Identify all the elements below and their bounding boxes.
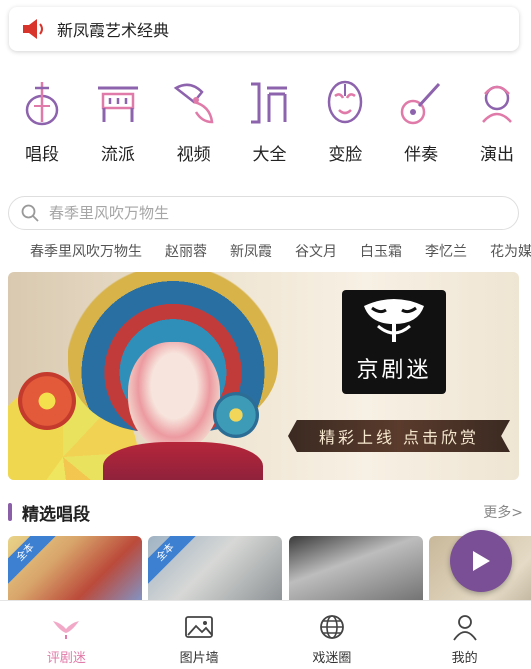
keyword-tag[interactable]: 新凤霞 bbox=[230, 241, 272, 263]
banner-ribbon: 精彩上线 点击欣赏 bbox=[288, 420, 510, 452]
play-icon bbox=[473, 551, 490, 571]
featured-item[interactable] bbox=[289, 536, 423, 600]
keyword-tag[interactable]: 李忆兰 bbox=[425, 241, 467, 263]
hot-keywords: 春季里风吹万物生 赵丽蓉 新凤霞 谷文月 白玉霜 李忆兰 花为媒 bbox=[30, 241, 531, 263]
keyword-tag[interactable]: 白玉霜 bbox=[360, 241, 402, 263]
tab-label: 我的 bbox=[451, 651, 478, 666]
category-shipin[interactable]: 视频 bbox=[166, 78, 222, 170]
announcement-bar[interactable]: 新凤霞艺术经典 bbox=[9, 7, 519, 51]
globe-icon bbox=[319, 615, 344, 639]
fan-icon bbox=[173, 83, 214, 124]
section-title: 精选唱段 bbox=[22, 504, 90, 525]
performer-icon bbox=[482, 85, 512, 123]
book-icon bbox=[251, 82, 288, 124]
featured-item[interactable]: 全本 bbox=[8, 536, 142, 600]
mask-icon bbox=[328, 80, 363, 124]
robe-image bbox=[103, 442, 263, 480]
tab-fan-circle[interactable]: 戏迷圈 bbox=[266, 601, 399, 669]
gate-icon bbox=[97, 86, 138, 122]
announcement-text: 新凤霞艺术经典 bbox=[57, 21, 170, 40]
keyword-tag[interactable]: 花为媒 bbox=[490, 241, 531, 263]
category-daquan[interactable]: 大全 bbox=[241, 78, 297, 170]
tab-label: 戏迷圈 bbox=[312, 651, 352, 666]
tab-pingjumi[interactable]: 评剧迷 bbox=[0, 601, 133, 669]
section-accent-bar bbox=[8, 503, 12, 521]
category-label: 变脸 bbox=[328, 145, 363, 165]
ruan-icon bbox=[400, 82, 441, 125]
keyword-tag[interactable]: 春季里风吹万物生 bbox=[30, 241, 142, 263]
category-yanchu[interactable]: 演出 bbox=[469, 78, 525, 170]
category-label: 演出 bbox=[479, 145, 514, 165]
flower-decoration bbox=[18, 372, 76, 430]
category-bianlian[interactable]: 变脸 bbox=[317, 78, 373, 170]
bottom-tab-bar: 评剧迷 图片墙 戏迷圈 我的 bbox=[0, 600, 531, 669]
play-button[interactable] bbox=[450, 530, 512, 592]
wings-icon bbox=[53, 621, 80, 639]
user-icon bbox=[452, 615, 477, 641]
tab-label: 图片墙 bbox=[179, 651, 219, 666]
category-label: 流派 bbox=[100, 145, 135, 165]
promo-banner[interactable]: 京剧迷 精彩上线 点击欣赏 bbox=[8, 272, 519, 480]
ribbon-text: 精彩上线 点击欣赏 bbox=[318, 428, 480, 447]
performer-face-image bbox=[128, 342, 220, 452]
more-link[interactable]: 更多> bbox=[483, 502, 523, 522]
search-icon bbox=[21, 204, 39, 222]
pipa-icon bbox=[25, 82, 59, 126]
keyword-tag[interactable]: 赵丽蓉 bbox=[165, 241, 207, 263]
full-badge: 全本 bbox=[148, 536, 201, 588]
search-bar[interactable] bbox=[8, 196, 519, 230]
opera-mask-logo-icon bbox=[364, 299, 424, 342]
category-banzou[interactable]: 伴奏 bbox=[393, 78, 449, 170]
featured-item[interactable]: 全本 bbox=[148, 536, 282, 600]
category-label: 大全 bbox=[252, 145, 287, 165]
flower-decoration bbox=[213, 392, 259, 438]
keyword-tag[interactable]: 谷文月 bbox=[295, 241, 337, 263]
search-input[interactable] bbox=[49, 204, 489, 222]
app-logo: 京剧迷 bbox=[342, 290, 446, 394]
category-changduan[interactable]: 唱段 bbox=[14, 78, 70, 170]
category-label: 唱段 bbox=[25, 145, 59, 165]
section-title-group: 精选唱段 bbox=[8, 500, 90, 525]
section-header: 精选唱段 更多> bbox=[8, 500, 523, 525]
tab-picture-wall[interactable]: 图片墙 bbox=[133, 601, 266, 669]
category-label: 视频 bbox=[176, 145, 211, 165]
image-icon bbox=[185, 616, 214, 638]
category-grid: 唱段 流派 视频 大全 变脸 伴奏 演出 bbox=[0, 78, 531, 170]
category-label: 伴奏 bbox=[404, 145, 439, 165]
logo-text: 京剧迷 bbox=[356, 358, 432, 383]
category-liupai[interactable]: 流派 bbox=[90, 78, 146, 170]
tab-label: 评剧迷 bbox=[46, 651, 86, 666]
full-badge: 全本 bbox=[8, 536, 61, 588]
speaker-icon bbox=[23, 19, 43, 39]
tab-mine[interactable]: 我的 bbox=[398, 601, 531, 669]
